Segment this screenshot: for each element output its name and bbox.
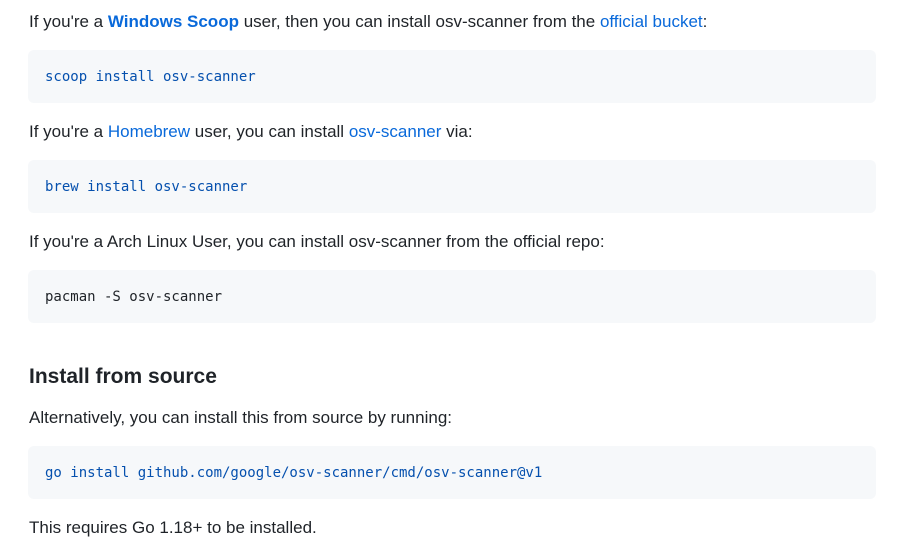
scoop-paragraph-suffix: : — [702, 12, 708, 31]
homebrew-link[interactable]: Homebrew — [108, 122, 190, 141]
brew-code-block[interactable]: brew install osv-scanner — [28, 160, 876, 213]
go-install-command: go install github.com/google/osv-scanner… — [45, 464, 543, 481]
homebrew-install-paragraph: If you're a Homebrew user, you can insta… — [29, 120, 473, 144]
install-from-source-heading: Install from source — [29, 365, 217, 388]
arch-install-paragraph: If you're a Arch Linux User, you can ins… — [29, 232, 605, 251]
windows-scoop-link[interactable]: Windows Scoop — [108, 12, 239, 31]
homebrew-paragraph-middle: user, you can install — [190, 122, 349, 141]
brew-command: brew install osv-scanner — [45, 178, 248, 195]
scoop-command: scoop install osv-scanner — [45, 68, 256, 85]
homebrew-paragraph-suffix: via: — [441, 122, 473, 141]
scoop-install-paragraph: If you're a Windows Scoop user, then you… — [29, 10, 707, 34]
pacman-code-block[interactable]: pacman -S osv-scanner — [28, 270, 876, 323]
go-install-code-block[interactable]: go install github.com/google/osv-scanner… — [28, 446, 876, 499]
scoop-code-block[interactable]: scoop install osv-scanner — [28, 50, 876, 103]
source-install-paragraph: Alternatively, you can install this from… — [29, 408, 452, 427]
osv-scanner-link[interactable]: osv-scanner — [349, 122, 442, 141]
scoop-paragraph-prefix: If you're a — [29, 12, 108, 31]
scoop-paragraph-middle: user, then you can install osv-scanner f… — [238, 12, 600, 31]
go-requirement-paragraph: This requires Go 1.18+ to be installed. — [29, 518, 317, 537]
official-bucket-link[interactable]: official bucket — [600, 12, 703, 31]
pacman-command: pacman -S osv-scanner — [45, 288, 223, 305]
homebrew-paragraph-prefix: If you're a — [29, 122, 108, 141]
